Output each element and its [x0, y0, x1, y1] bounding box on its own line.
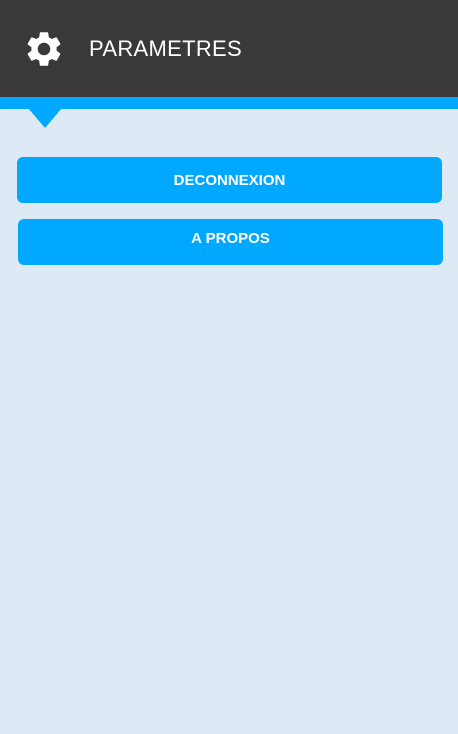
app-header: PARAMETRES: [0, 0, 458, 97]
page-title: PARAMETRES: [89, 36, 242, 61]
gear-icon: [27, 32, 61, 66]
accent-bar: [0, 97, 458, 109]
about-button[interactable]: A PROPOS: [18, 219, 443, 265]
logout-button[interactable]: DECONNEXION: [17, 157, 442, 203]
about-button-label: A PROPOS: [191, 229, 270, 247]
logout-button-label: DECONNEXION: [173, 171, 286, 189]
accent-pointer: [28, 108, 62, 128]
